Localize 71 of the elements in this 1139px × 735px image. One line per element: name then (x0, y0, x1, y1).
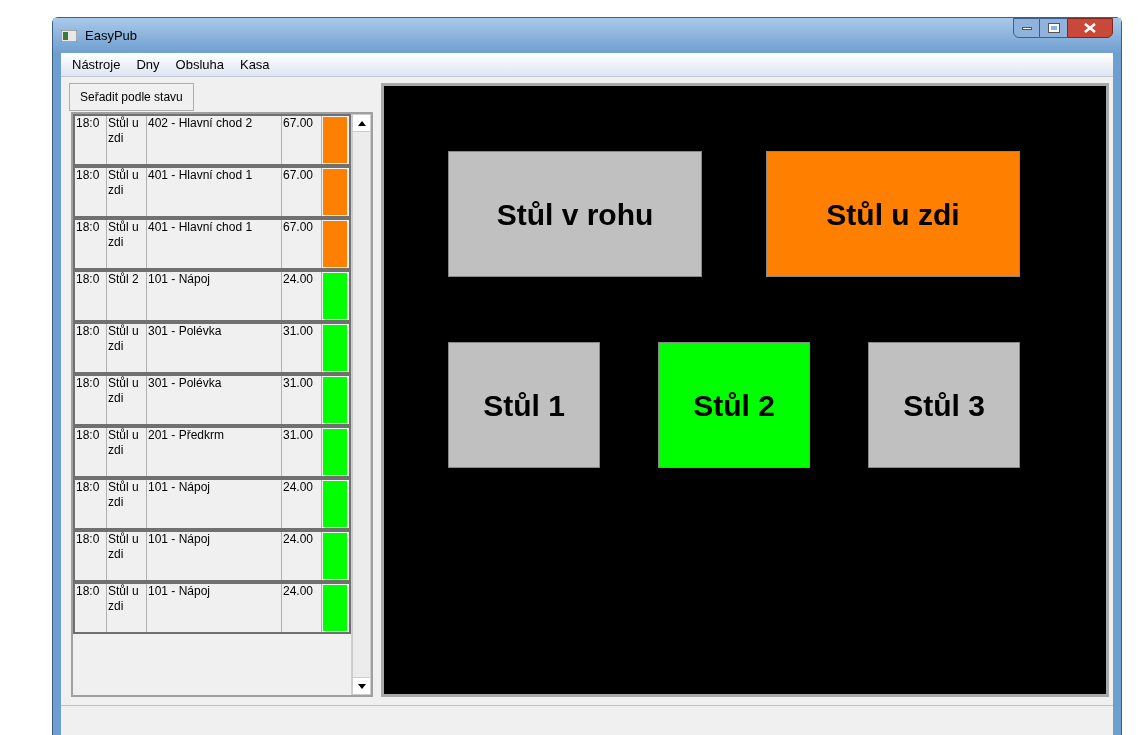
time-cell: 18:0 (75, 376, 107, 424)
order-row[interactable]: 18:0 Stůl u zdi 101 - Nápoj 24.00 (73, 582, 351, 634)
time-cell: 18:0 (75, 428, 107, 476)
table-name-cell: Stůl u zdi (107, 116, 147, 164)
order-row[interactable]: 18:0 Stůl u zdi 201 - Předkrm 31.00 (73, 426, 351, 478)
down-arrow-icon (357, 683, 366, 689)
app-icon (61, 29, 77, 42)
menu-item[interactable]: Kasa (239, 54, 270, 75)
price-cell: 31.00 (282, 324, 322, 372)
time-cell: 18:0 (75, 324, 107, 372)
close-icon (1084, 23, 1096, 33)
menu-item[interactable]: Dny (136, 54, 160, 75)
table-name-cell: Stůl 2 (107, 272, 147, 320)
item-cell: 101 - Nápoj (147, 272, 282, 320)
time-cell: 18:0 (75, 272, 107, 320)
price-cell: 24.00 (282, 584, 322, 632)
close-button[interactable] (1067, 18, 1113, 38)
time-cell: 18:0 (75, 532, 107, 580)
item-cell: 201 - Předkrm (147, 428, 282, 476)
table-button[interactable]: Stůl 2 (658, 342, 810, 468)
window-title: EasyPub (85, 26, 138, 45)
table-button[interactable]: Stůl 1 (448, 342, 600, 468)
table-name-cell: Stůl u zdi (107, 168, 147, 216)
table-button[interactable]: Stůl u zdi (766, 151, 1020, 277)
order-row[interactable]: 18:0 Stůl u zdi 401 - Hlavní chod 1 67.00 (73, 218, 351, 270)
order-row[interactable]: 18:0 Stůl u zdi 301 - Polévka 31.00 (73, 374, 351, 426)
table-name-cell: Stůl u zdi (107, 532, 147, 580)
table-name-cell: Stůl u zdi (107, 220, 147, 268)
order-row[interactable]: 18:0 Stůl 2 101 - Nápoj 24.00 (73, 270, 351, 322)
menu-item[interactable]: Nástroje (72, 54, 121, 75)
price-cell: 24.00 (282, 272, 322, 320)
time-cell: 18:0 (75, 168, 107, 216)
order-row[interactable]: 18:0 Stůl u zdi 301 - Polévka 31.00 (73, 322, 351, 374)
table-name-cell: Stůl u zdi (107, 324, 147, 372)
table-button[interactable]: Stůl v rohu (448, 151, 702, 277)
time-cell: 18:0 (75, 116, 107, 164)
menu-item[interactable]: Obsluha (175, 54, 224, 75)
table-name-cell: Stůl u zdi (107, 584, 147, 632)
table-name-cell: Stůl u zdi (107, 480, 147, 528)
time-cell: 18:0 (75, 220, 107, 268)
up-arrow-icon (357, 120, 366, 126)
price-cell: 67.00 (282, 116, 322, 164)
price-cell: 24.00 (282, 480, 322, 528)
minimize-button[interactable] (1013, 18, 1040, 38)
item-cell: 402 - Hlavní chod 2 (147, 116, 282, 164)
sort-button[interactable]: Seřadit podle stavu (69, 83, 194, 111)
maximize-button[interactable] (1040, 18, 1067, 38)
table-button[interactable]: Stůl 3 (868, 342, 1020, 468)
table-name-cell: Stůl u zdi (107, 376, 147, 424)
price-cell: 31.00 (282, 376, 322, 424)
scroll-down-button[interactable] (352, 677, 371, 695)
order-row[interactable]: 18:0 Stůl u zdi 402 - Hlavní chod 2 67.00 (73, 114, 351, 166)
order-row[interactable]: 18:0 Stůl u zdi 401 - Hlavní chod 1 67.00 (73, 166, 351, 218)
time-cell: 18:0 (75, 480, 107, 528)
item-cell: 101 - Nápoj (147, 584, 282, 632)
price-cell: 24.00 (282, 532, 322, 580)
price-cell: 67.00 (282, 168, 322, 216)
scrollbar[interactable] (351, 114, 371, 695)
table-name-cell: Stůl u zdi (107, 428, 147, 476)
order-row[interactable]: 18:0 Stůl u zdi 101 - Nápoj 24.00 (73, 478, 351, 530)
item-cell: 401 - Hlavní chod 1 (147, 168, 282, 216)
item-cell: 301 - Polévka (147, 324, 282, 372)
item-cell: 401 - Hlavní chod 1 (147, 220, 282, 268)
scroll-up-button[interactable] (352, 114, 371, 132)
order-row[interactable]: 18:0 Stůl u zdi 101 - Nápoj 24.00 (73, 530, 351, 582)
time-cell: 18:0 (75, 584, 107, 632)
price-cell: 67.00 (282, 220, 322, 268)
item-cell: 101 - Nápoj (147, 532, 282, 580)
item-cell: 101 - Nápoj (147, 480, 282, 528)
price-cell: 31.00 (282, 428, 322, 476)
item-cell: 301 - Polévka (147, 376, 282, 424)
